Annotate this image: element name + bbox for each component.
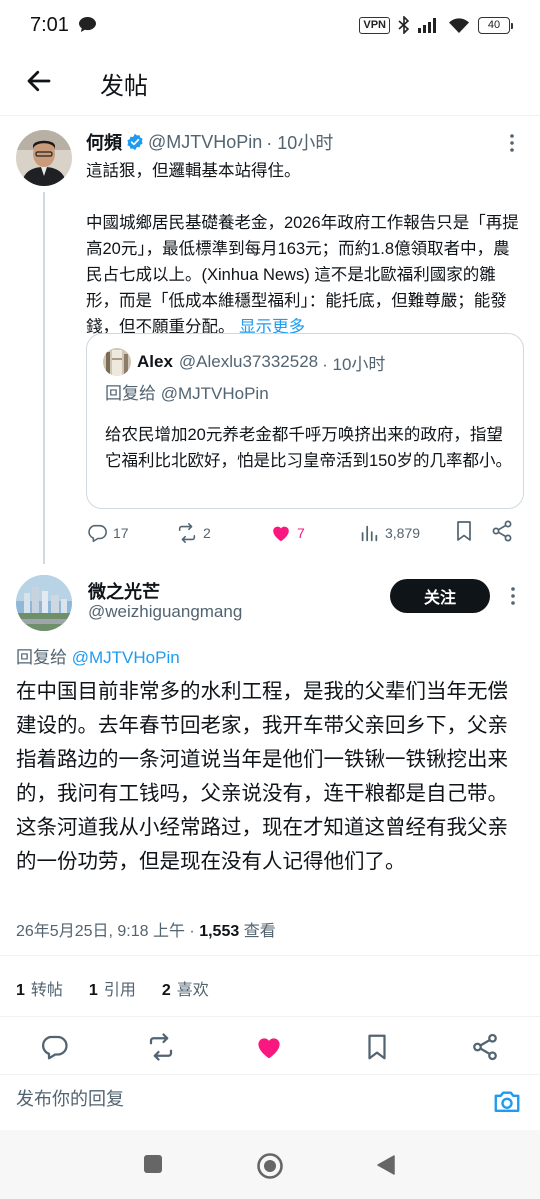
verified-badge-icon bbox=[127, 133, 143, 151]
quoted-reply-card[interactable]: Alex @Alexlu37332528 · 10小时 回复给 @MJTVHoP… bbox=[86, 333, 524, 509]
repost-icon[interactable] bbox=[146, 1032, 176, 1062]
heart-filled-icon[interactable] bbox=[254, 1032, 284, 1062]
replying-to-line: 回复给 @MJTVHoPin bbox=[16, 643, 180, 668]
divider bbox=[0, 1016, 540, 1017]
status-icons: VPN 40 bbox=[359, 14, 513, 36]
quote-author-avatar bbox=[103, 348, 131, 376]
quote-text: 给农民增加20元养老金都千呼万唤挤出来的政府，指望它福利比北欧好，怕是比习皇帝活… bbox=[105, 426, 513, 470]
reply-icon bbox=[88, 524, 107, 543]
share-icon[interactable] bbox=[490, 518, 514, 544]
reply-count: 17 bbox=[113, 525, 129, 541]
reply-composer bbox=[0, 1074, 540, 1130]
repost-button[interactable]: 2 bbox=[176, 518, 211, 548]
quote-author-handle: @Alexlu37332528 bbox=[178, 352, 319, 371]
main-author-handle[interactable]: @weizhiguangmang bbox=[88, 602, 242, 622]
main-author-avatar[interactable] bbox=[16, 575, 72, 631]
like-button[interactable]: 7 bbox=[270, 518, 305, 548]
likes-stat-count: 2 bbox=[161, 982, 171, 999]
divider bbox=[0, 955, 540, 956]
system-nav-bar bbox=[0, 1130, 540, 1199]
home-icon[interactable] bbox=[256, 1152, 284, 1180]
quote-header: Alex @Alexlu37332528 · 10小时 bbox=[137, 348, 385, 376]
parent-author-handle[interactable]: @MJTVHoPin bbox=[148, 132, 262, 153]
replying-to-prefix: 回复给 bbox=[16, 648, 72, 667]
views-chart-icon bbox=[361, 525, 378, 542]
quote-author-name: Alex bbox=[137, 352, 173, 371]
bookmark-icon[interactable] bbox=[452, 518, 476, 544]
status-bar: 7:01 VPN 40 bbox=[0, 0, 540, 52]
replying-to-handle[interactable]: @MJTVHoPin bbox=[72, 648, 180, 667]
views-button[interactable]: 3,879 bbox=[358, 518, 420, 548]
parent-author-avatar[interactable] bbox=[16, 130, 72, 186]
quotes-stat-label: 引用 bbox=[103, 982, 136, 999]
reposts-stat-count: 1 bbox=[16, 982, 25, 999]
share-icon[interactable] bbox=[470, 1032, 500, 1062]
repost-count: 2 bbox=[203, 525, 211, 541]
parent-action-row: 17 2 7 3,879 bbox=[86, 518, 526, 548]
reposts-stat[interactable]: 1 转帖 bbox=[16, 976, 63, 1000]
status-time: 7:01 bbox=[30, 14, 69, 36]
quote-time: · 10小时 bbox=[322, 354, 386, 374]
thread-connector-line bbox=[43, 192, 45, 564]
bookmark-icon[interactable] bbox=[362, 1032, 392, 1062]
reply-button[interactable]: 17 bbox=[86, 518, 129, 548]
views-total: 1,553 bbox=[199, 923, 240, 940]
wifi-icon bbox=[449, 18, 469, 33]
tweet-timestamp: 26年5月25日, 9:18 上午 · bbox=[16, 923, 200, 940]
signal-icon bbox=[418, 18, 436, 33]
bluetooth-icon bbox=[398, 16, 410, 34]
engagement-stats: 1 转帖 1 引用 2 喜欢 bbox=[16, 976, 209, 1000]
more-options-icon[interactable] bbox=[501, 584, 525, 608]
reply-input[interactable] bbox=[16, 1089, 456, 1110]
parent-tweet-header: 何頻 @MJTVHoPin · 10小时 bbox=[86, 130, 333, 154]
parent-author-name[interactable]: 何頻 bbox=[86, 129, 122, 155]
reply-icon[interactable] bbox=[39, 1032, 69, 1062]
recent-apps-icon[interactable] bbox=[143, 1154, 163, 1174]
chat-bubble-icon bbox=[79, 16, 96, 33]
main-tweet-text: 在中国目前非常多的水利工程，是我的父辈们当年无偿建设的。去年春节回老家，我开车带… bbox=[16, 680, 508, 873]
parent-tweet-text: 這話狠，但邏輯基本站得住。 中國城鄉居民基礎養老金，2026年政府工作報告只是「… bbox=[86, 158, 526, 340]
tweet-meta: 26年5月25日, 9:18 上午 · 1,553 查看 bbox=[16, 917, 276, 941]
parent-tweet-body: 這話狠，但邏輯基本站得住。 中國城鄉居民基礎養老金，2026年政府工作報告只是「… bbox=[86, 162, 519, 336]
page-title: 发帖 bbox=[100, 73, 148, 100]
quote-replying-to: 回复给 @MJTVHoPin bbox=[105, 384, 269, 403]
more-options-icon[interactable] bbox=[500, 131, 524, 155]
quotes-stat[interactable]: 1 引用 bbox=[89, 976, 136, 1000]
battery-indicator: 40 bbox=[478, 16, 513, 34]
follow-button[interactable]: 关注 bbox=[390, 579, 490, 613]
likes-stat[interactable]: 2 喜欢 bbox=[162, 976, 209, 1000]
main-action-bar bbox=[0, 1032, 540, 1068]
like-count: 7 bbox=[297, 525, 305, 541]
reposts-stat-label: 转帖 bbox=[30, 982, 63, 999]
back-arrow-icon[interactable] bbox=[24, 66, 54, 96]
page-header: 发帖 bbox=[0, 52, 540, 116]
back-icon[interactable] bbox=[375, 1154, 397, 1176]
repost-icon bbox=[178, 523, 196, 543]
vpn-badge: VPN bbox=[359, 16, 390, 34]
main-author-name[interactable]: 微之光芒 bbox=[88, 578, 160, 604]
likes-stat-label: 喜欢 bbox=[176, 982, 209, 999]
views-count: 3,879 bbox=[385, 525, 421, 541]
parent-tweet-time: · 10小时 bbox=[266, 133, 334, 153]
heart-filled-icon bbox=[273, 526, 289, 542]
views-label: 查看 bbox=[239, 923, 276, 940]
camera-icon[interactable] bbox=[492, 1087, 522, 1117]
quotes-stat-count: 1 bbox=[88, 982, 98, 999]
